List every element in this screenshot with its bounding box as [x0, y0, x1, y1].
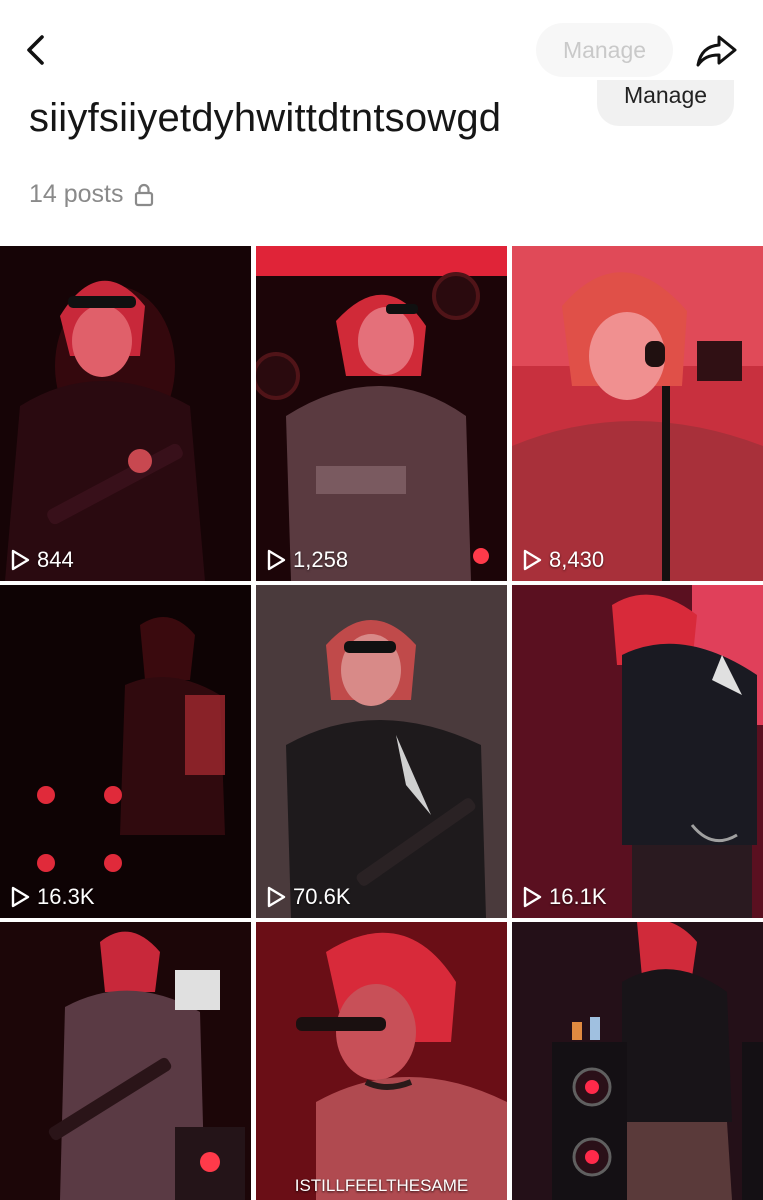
- post-count: 14 posts: [29, 180, 124, 208]
- view-count: 844: [10, 547, 74, 573]
- video-thumbnail: [0, 246, 251, 581]
- view-count-label: 844: [37, 547, 74, 572]
- video-tile[interactable]: 16.3K: [0, 585, 251, 918]
- video-thumbnail: [512, 246, 763, 581]
- play-icon: [11, 549, 30, 571]
- view-count: 8,430: [522, 547, 604, 573]
- lock-icon: [134, 183, 153, 206]
- share-arrow-icon: [696, 35, 737, 67]
- view-count: 1,258: [266, 547, 348, 573]
- view-count-label: 16.3K: [37, 884, 95, 909]
- view-count-label: 16.1K: [549, 884, 607, 909]
- video-caption: ISTILLFEELTHESAME: [294, 1176, 469, 1195]
- video-tile[interactable]: [0, 922, 251, 1200]
- play-icon: [523, 886, 542, 908]
- view-count-label: 70.6K: [293, 884, 351, 909]
- view-count: 16.3K: [10, 884, 95, 910]
- play-icon: [11, 886, 30, 908]
- share-button[interactable]: [694, 31, 740, 71]
- top-bar: Manage Manage: [0, 0, 763, 126]
- video-tile[interactable]: 8,430: [512, 246, 763, 581]
- video-tile[interactable]: 16.1K: [512, 585, 763, 918]
- video-tile[interactable]: ISTILLFEELTHESAME: [256, 922, 507, 1200]
- view-count-label: 8,430: [549, 547, 605, 572]
- collection-title: siiyfsiiyetdyhwittdtntsowgd: [29, 96, 502, 140]
- play-icon: [523, 549, 542, 571]
- play-icon: [267, 886, 286, 908]
- video-thumbnail: [512, 922, 763, 1200]
- manage-button-faded: Manage: [536, 23, 673, 77]
- back-button[interactable]: [20, 30, 54, 70]
- video-grid: 844 1,258 8,430 16.3K 70.6K 16.1K ISTILL…: [0, 246, 763, 1200]
- video-tile[interactable]: 844: [0, 246, 251, 581]
- manage-button[interactable]: Manage: [597, 80, 734, 126]
- video-thumbnail: [256, 585, 507, 918]
- video-thumbnail: [0, 922, 251, 1200]
- play-icon: [267, 549, 286, 571]
- video-thumbnail: [256, 246, 507, 581]
- view-count: 70.6K: [266, 884, 351, 910]
- video-tile[interactable]: 70.6K: [256, 585, 507, 918]
- view-count-label: 1,258: [293, 547, 349, 572]
- collection-meta: 14 posts: [29, 180, 154, 209]
- view-count: 16.1K: [522, 884, 607, 910]
- video-tile[interactable]: 1,258: [256, 246, 507, 581]
- video-thumbnail: [512, 585, 763, 918]
- video-thumbnail: [256, 922, 507, 1200]
- back-arrow-icon: [27, 35, 44, 65]
- video-tile[interactable]: [512, 922, 763, 1200]
- video-thumbnail: [0, 585, 251, 918]
